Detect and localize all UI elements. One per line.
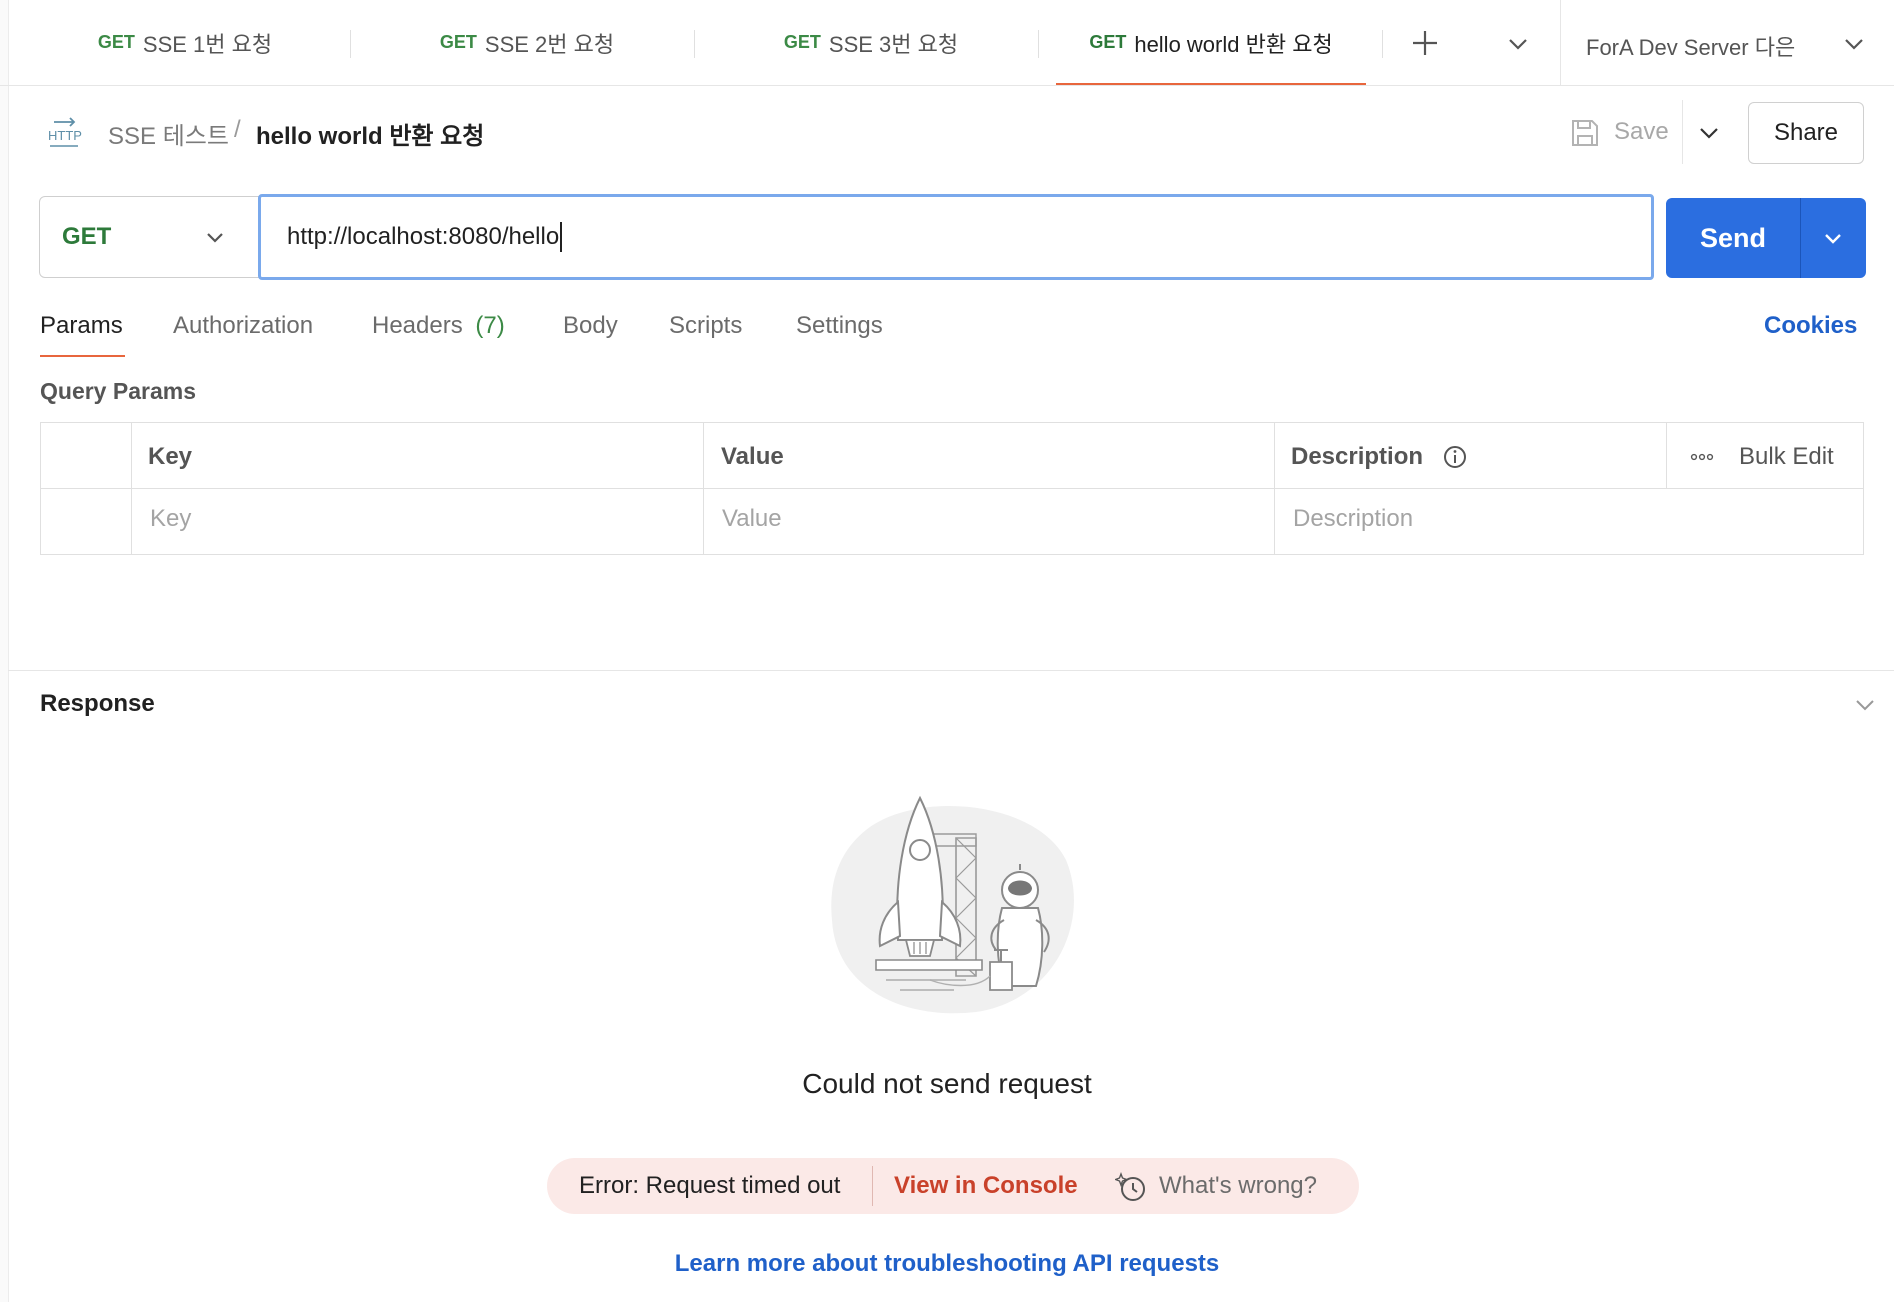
response-empty-message: Could not send request: [802, 1068, 1092, 1099]
tab-divider: [694, 30, 695, 58]
save-disk-icon[interactable]: [1568, 116, 1602, 150]
tab-method: GET: [97, 32, 135, 52]
method-chevron-down-icon[interactable]: [200, 224, 230, 252]
value-input[interactable]: Value: [722, 505, 782, 533]
more-options-icon[interactable]: [1687, 445, 1717, 469]
save-button[interactable]: Save: [1614, 118, 1669, 146]
environment-selector[interactable]: ForA Dev Server 다은: [1586, 30, 1795, 62]
request-tab-sse-3[interactable]: GET SSE 3번 요청: [726, 0, 1016, 85]
ai-sparkle-clock-icon[interactable]: [1113, 1170, 1149, 1204]
table-header-divider: [41, 488, 1863, 489]
cookies-link[interactable]: Cookies: [1764, 312, 1857, 340]
column-header-key: Key: [148, 443, 193, 470]
tab-scripts[interactable]: Scripts: [669, 312, 742, 340]
method-value: GET: [62, 223, 112, 250]
bulk-edit-button[interactable]: Bulk Edit: [1739, 443, 1834, 471]
column-divider: [703, 423, 704, 554]
tab-settings[interactable]: Settings: [796, 312, 883, 340]
response-collapse-chevron-down-icon[interactable]: [1848, 690, 1882, 720]
query-params-table: Key Value Description Bulk Edit Key Valu…: [40, 422, 1864, 555]
tab-label: SSE 1번 요청: [142, 31, 273, 57]
learn-more-link[interactable]: Learn more about troubleshooting API req…: [0, 1250, 1894, 1278]
request-tab-sse-2[interactable]: GET SSE 2번 요청: [382, 0, 672, 85]
column-divider: [1666, 423, 1667, 488]
send-button-group[interactable]: Send: [1666, 198, 1866, 278]
tab-divider: [350, 30, 351, 58]
whats-wrong-button[interactable]: What's wrong?: [1159, 1172, 1317, 1200]
column-divider: [131, 423, 132, 554]
request-tab-hello-world[interactable]: GET hello world 반환 요청: [1056, 0, 1366, 85]
rocket-launch-illustration: [826, 790, 1076, 1020]
environment-chevron-down-icon[interactable]: [1836, 28, 1872, 60]
description-input[interactable]: Description: [1293, 505, 1413, 533]
tab-divider: [1038, 30, 1039, 58]
response-divider[interactable]: [8, 670, 1894, 671]
save-divider: [1682, 100, 1683, 164]
send-options-chevron-down-icon[interactable]: [1816, 224, 1850, 254]
error-divider: [872, 1166, 873, 1206]
tab-body[interactable]: Body: [563, 312, 618, 340]
tab-method: GET: [1089, 32, 1127, 52]
breadcrumb-separator: /: [234, 116, 241, 143]
active-tab-indicator: [1056, 83, 1366, 85]
tab-params[interactable]: Params: [40, 312, 123, 340]
tab-method: GET: [439, 32, 477, 52]
http-request-icon: HTTP: [46, 116, 86, 150]
left-edge: [0, 0, 9, 1302]
tab-authorization[interactable]: Authorization: [173, 312, 313, 340]
send-divider: [1800, 198, 1801, 278]
send-button[interactable]: Send: [1666, 198, 1800, 278]
url-input[interactable]: http://localhost:8080/hello: [258, 194, 1654, 280]
params-tab-indicator: [40, 355, 125, 357]
tab-label: SSE 3번 요청: [828, 31, 959, 57]
column-divider: [1274, 423, 1275, 554]
text-cursor: [560, 222, 563, 252]
page-title[interactable]: hello world 반환 요청: [256, 116, 484, 151]
column-header-description: Description: [1291, 443, 1424, 470]
column-header-value: Value: [721, 443, 784, 470]
tab-label: SSE 2번 요청: [484, 31, 615, 57]
url-value: http://localhost:8080/hello: [287, 223, 560, 250]
view-in-console-link[interactable]: View in Console: [894, 1172, 1078, 1200]
svg-text:HTTP: HTTP: [48, 128, 82, 143]
tab-list-chevron-down-icon[interactable]: [1500, 28, 1536, 60]
tab-headers[interactable]: Headers (7): [372, 312, 505, 340]
environment-divider: [1560, 0, 1561, 85]
key-input[interactable]: Key: [150, 505, 191, 533]
headers-count: (7): [475, 312, 505, 339]
error-banner: Error: Request timed out View in Console…: [547, 1158, 1359, 1214]
response-title: Response: [40, 690, 155, 717]
tab-label: hello world 반환 요청: [1134, 31, 1333, 57]
tab-method: GET: [783, 32, 821, 52]
error-text: Error: Request timed out: [579, 1172, 841, 1199]
breadcrumb-collection[interactable]: SSE 테스트: [108, 116, 229, 151]
new-tab-plus-icon[interactable]: [1406, 24, 1444, 62]
tab-divider: [1382, 30, 1383, 58]
tab-headers-label: Headers: [372, 312, 463, 339]
query-params-title: Query Params: [40, 378, 196, 404]
request-tab-sse-1[interactable]: GET SSE 1번 요청: [40, 0, 330, 85]
info-icon[interactable]: [1441, 443, 1469, 471]
save-options-chevron-down-icon[interactable]: [1692, 118, 1726, 148]
share-button[interactable]: Share: [1748, 102, 1864, 164]
row-checkbox-cell: [41, 489, 131, 553]
